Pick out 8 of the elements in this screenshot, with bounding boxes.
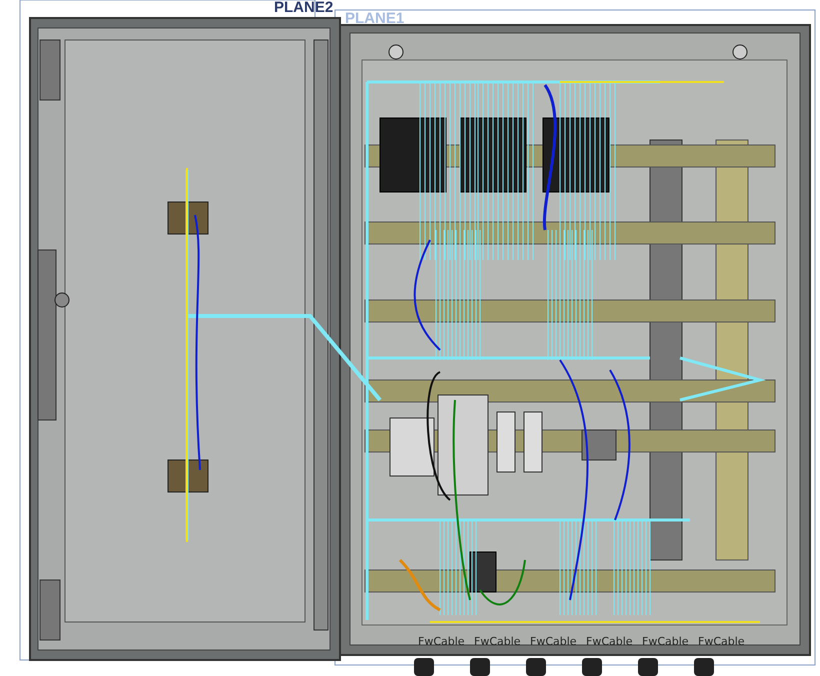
plane-label: PLANE1: [345, 10, 404, 27]
plane-label: PLANE2: [274, 0, 334, 16]
cable-label: FwCable: [530, 635, 577, 648]
cable-label: FwCable: [586, 635, 633, 648]
cable-label: FwCable: [418, 635, 465, 648]
cable-label: FwCable: [474, 635, 521, 648]
cable-label: FwCable: [698, 635, 745, 648]
cable-label: FwCable: [642, 635, 689, 648]
